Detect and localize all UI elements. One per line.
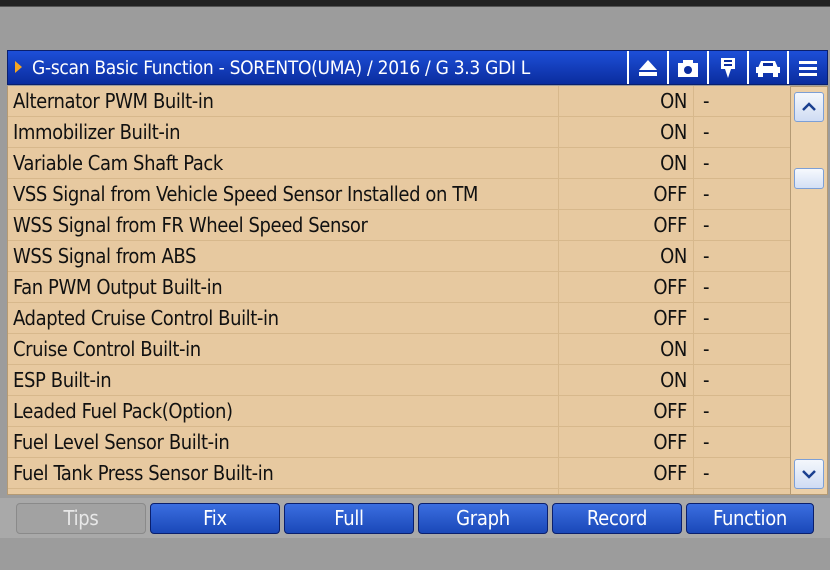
scroll-down-button[interactable] xyxy=(794,459,824,489)
row-name: Adapted Cruise Control Built-in xyxy=(13,306,279,330)
table-row[interactable]: WSS Signal from ABS ON - xyxy=(8,241,790,272)
row-value: OFF xyxy=(653,399,687,423)
row-value: OFF xyxy=(653,213,687,237)
row-value: ON xyxy=(660,89,687,113)
tips-button[interactable]: Tips xyxy=(16,503,146,534)
bottom-button-bar: Tips Fix Full Graph Record Function xyxy=(0,498,830,538)
row-name: Cruise Control Built-in xyxy=(13,337,201,361)
row-value: ON xyxy=(660,120,687,144)
row-unit: - xyxy=(703,461,710,485)
row-unit: - xyxy=(703,399,710,423)
row-unit: - xyxy=(703,213,710,237)
table-row[interactable]: Cruise Control Built-in ON - xyxy=(8,334,790,365)
row-name: Alternator PWM Built-in xyxy=(13,89,214,113)
window-title: G-scan Basic Function - SORENTO(UMA) / 2… xyxy=(32,57,531,79)
title-toolbar xyxy=(627,51,827,84)
menu-icon[interactable] xyxy=(787,51,827,84)
chevron-down-icon xyxy=(802,470,816,479)
row-value: OFF xyxy=(653,182,687,206)
eject-icon[interactable] xyxy=(627,51,667,84)
row-value: ON xyxy=(660,368,687,392)
record-button[interactable]: Record xyxy=(552,503,682,534)
title-bar: G-scan Basic Function - SORENTO(UMA) / 2… xyxy=(7,50,828,85)
row-name: ESP Built-in xyxy=(13,368,112,392)
fix-button[interactable]: Fix xyxy=(150,503,280,534)
table-row[interactable]: Variable Cam Shaft Pack ON - xyxy=(8,148,790,179)
row-name: Immobilizer Built-in xyxy=(13,120,181,144)
row-unit: - xyxy=(703,368,710,392)
table-row[interactable]: Alternator PWM Built-in ON - xyxy=(8,86,790,117)
row-name: WSS Signal from FR Wheel Speed Sensor xyxy=(13,213,368,237)
row-unit: - xyxy=(703,337,710,361)
camera-icon[interactable] xyxy=(667,51,707,84)
full-button[interactable]: Full xyxy=(284,503,414,534)
table-row[interactable]: WSS Signal from FR Wheel Speed Sensor OF… xyxy=(8,210,790,241)
row-name: Fuel Level Sensor Built-in xyxy=(13,430,230,454)
table-row[interactable]: Fan PWM Output Built-in OFF - xyxy=(8,272,790,303)
row-unit: - xyxy=(703,151,710,175)
title-arrow-icon xyxy=(15,61,22,73)
row-unit: - xyxy=(703,430,710,454)
row-value: ON xyxy=(660,244,687,268)
row-name: Fuel Tank Press Sensor Built-in xyxy=(13,461,274,485)
bottom-band xyxy=(0,538,830,570)
car-icon[interactable] xyxy=(747,51,787,84)
row-unit: - xyxy=(703,244,710,268)
graph-button[interactable]: Graph xyxy=(418,503,548,534)
scroll-up-button[interactable] xyxy=(794,92,824,122)
function-button[interactable]: Function xyxy=(686,503,814,534)
row-value: ON xyxy=(660,337,687,361)
top-bar xyxy=(0,0,830,7)
row-value: ON xyxy=(660,151,687,175)
row-value: OFF xyxy=(653,306,687,330)
row-unit: - xyxy=(703,89,710,113)
row-name: Fan PWM Output Built-in xyxy=(13,275,223,299)
row-value: OFF xyxy=(653,430,687,454)
row-unit: - xyxy=(703,182,710,206)
row-name: Leaded Fuel Pack(Option) xyxy=(13,399,233,423)
row-value: OFF xyxy=(653,275,687,299)
gscan-screen: G-scan Basic Function - SORENTO(UMA) / 2… xyxy=(0,0,830,570)
chevron-up-icon xyxy=(802,102,816,111)
table-row[interactable]: ESP Built-in ON - xyxy=(8,365,790,396)
row-name: Variable Cam Shaft Pack xyxy=(13,151,223,175)
table-row[interactable]: Fuel Level Sensor Built-in OFF - xyxy=(8,427,790,458)
row-name: VSS Signal from Vehicle Speed Sensor Ins… xyxy=(13,182,479,206)
table-row[interactable]: VSS Signal from Vehicle Speed Sensor Ins… xyxy=(8,179,790,210)
data-table: Alternator PWM Built-in ON - Immobilizer… xyxy=(7,86,790,495)
row-value: OFF xyxy=(653,461,687,485)
table-row[interactable]: Adapted Cruise Control Built-in OFF - xyxy=(8,303,790,334)
table-row[interactable]: Fuel Tank Press Sensor Built-in OFF - xyxy=(8,458,790,489)
row-unit: - xyxy=(703,275,710,299)
table-row[interactable]: Immobilizer Built-in ON - xyxy=(8,117,790,148)
vertical-scrollbar[interactable] xyxy=(790,86,828,495)
row-name: WSS Signal from ABS xyxy=(13,244,197,268)
row-unit: - xyxy=(703,306,710,330)
table-row[interactable]: Leaded Fuel Pack(Option) OFF - xyxy=(8,396,790,427)
scroll-thumb[interactable] xyxy=(794,168,824,189)
pin-icon[interactable] xyxy=(707,51,747,84)
row-unit: - xyxy=(703,120,710,144)
